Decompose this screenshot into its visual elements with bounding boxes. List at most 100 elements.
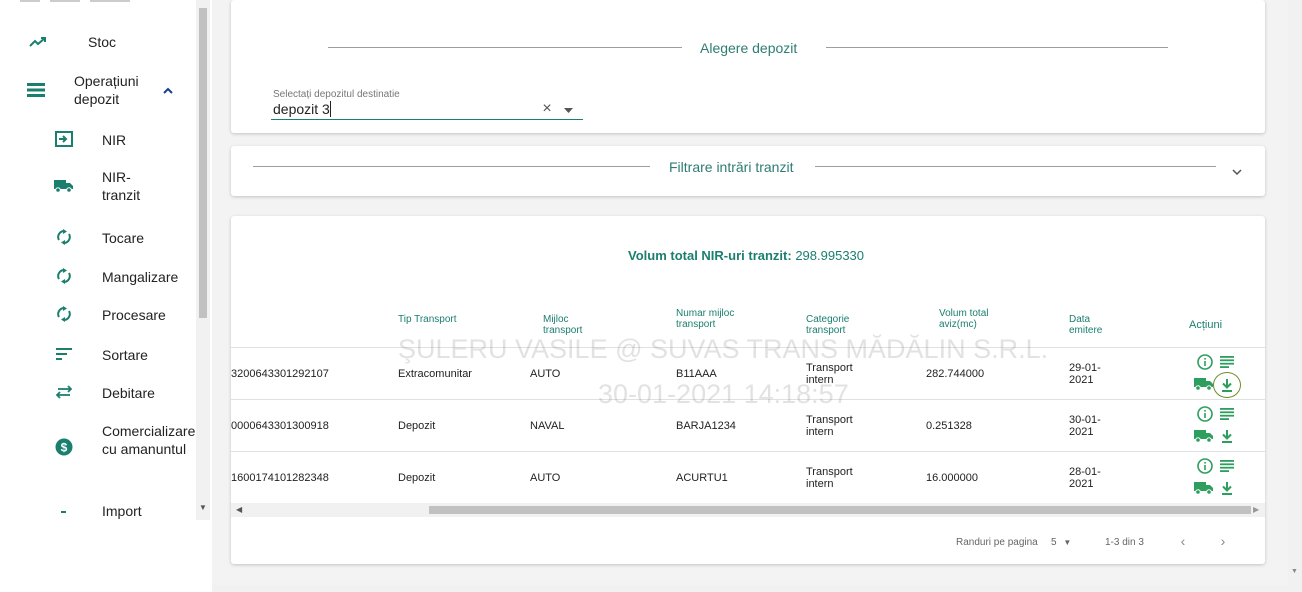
sidebar-item-label: Mangalizare [102,269,179,285]
cell-id: 1600174101282348 [231,472,329,484]
cell-categorie-transport: Transport intern [806,414,853,438]
scroll-right-arrow-icon[interactable]: ▶ [1253,505,1259,514]
refresh-icon [52,264,76,288]
sidebar-scrollbar[interactable]: ▼ [196,0,210,520]
rows-per-page-label: Randuri pe pagina [956,537,1038,548]
sidebar-item-sortare[interactable]: Sortare [0,342,196,366]
scroll-left-arrow-icon[interactable]: ◀ [236,505,242,514]
cell-volum: 0.251328 [926,420,972,432]
cell-id: 3200643301292107 [231,368,329,380]
dropdown-arrow-icon: ▼ [1063,538,1072,547]
details-list-icon[interactable] [1218,457,1236,475]
depot-field-underline [271,119,583,120]
page-horizontal-scrollbar[interactable] [212,585,1290,592]
divider [826,47,1168,48]
cell-id: 0000643301300918 [231,420,329,432]
svg-text:$: $ [61,441,68,455]
cell-data-emitere: 28-01-2021 [1069,466,1101,490]
cell-mijloc-transport: AUTO [530,472,561,484]
row-separator [231,451,1265,452]
cell-numar-mijloc: BARJA1234 [676,420,736,432]
sidebar-item-tocare[interactable]: Tocare [0,225,196,249]
sidebar-item-nir-tranzit[interactable]: NIR-tranzit [0,166,196,206]
cell-numar-mijloc: ACURTU1 [676,472,728,484]
header-tip-transport[interactable]: Tip Transport [398,314,458,325]
sidebar-item-label: NIR [102,132,127,148]
details-list-icon[interactable] [1218,353,1236,371]
header-volum-total-aviz[interactable]: Volum total aviz(mc) [939,308,989,330]
refresh-icon [52,302,76,326]
clear-icon[interactable]: × [540,100,554,117]
cell-categorie-transport: Transport intern [806,362,853,386]
sidebar-item-label: Comercializare cu amanuntul [102,423,196,457]
divider [815,166,1216,167]
cell-volum: 282.744000 [926,368,985,380]
page-vertical-scrollbar[interactable]: ▼ [1288,0,1302,592]
sidebar-item-label: Stoc [88,34,117,50]
sidebar-item-debitare[interactable]: Debitare [0,380,196,404]
cell-numar-mijloc: B11AAA [676,368,717,380]
header-numar-mijloc-transport[interactable]: Numar mijloc transport [676,308,736,330]
header-separator [231,347,1265,348]
depot-selection-card [231,0,1265,133]
sidebar-item-comercializare[interactable]: $ Comercializare cu amanuntul [0,418,196,476]
dropdown-arrow-icon[interactable] [562,104,574,116]
cell-tip-transport: Depozit [398,420,436,432]
cell-data-emitere: 30-01-2021 [1069,414,1101,438]
table-scrollbar-thumb[interactable] [429,506,1251,514]
cell-data-emitere: 29-01-2021 [1069,362,1101,386]
sidebar-item-stoc[interactable]: Stoc [0,30,196,54]
truck-icon[interactable] [1193,375,1215,393]
cell-mijloc-transport: NAVAL [530,420,565,432]
info-icon[interactable] [1196,353,1214,371]
scroll-down-arrow-icon[interactable]: ▼ [199,503,207,512]
download-icon[interactable] [1218,479,1236,497]
scroll-down-arrow-icon[interactable]: ▼ [1291,568,1298,575]
header-categorie-transport[interactable]: Categorie transport [806,314,866,336]
cell-categorie-transport: Transport intern [806,466,853,490]
cell-tip-transport: Depozit [398,472,436,484]
sidebar-item-nir[interactable]: NIR [0,127,196,151]
download-icon[interactable] [1218,427,1236,445]
depot-select-input[interactable]: depozit 3 [273,101,330,117]
info-icon[interactable] [1196,457,1214,475]
filter-section-title: Filtrare intrări tranzit [669,159,794,175]
page-range: 1-3 din 3 [1105,537,1144,548]
sidebar-item-procesare[interactable]: Procesare [0,302,196,326]
header-data-emitere[interactable]: Data emitere [1069,314,1119,336]
next-page-icon[interactable]: › [1216,533,1230,549]
list-icon [24,78,48,102]
text-cursor [330,101,331,117]
sidebar-item-label: NIR-tranzit [102,169,141,203]
sidebar-item-import[interactable]: Import [0,498,196,522]
header-mijloc-transport[interactable]: Mijloc transport [543,314,603,336]
square-icon [52,498,76,522]
rows-per-page-value: 5 [1051,537,1057,548]
divider [328,47,682,48]
page-scrollbar-thumb[interactable] [1291,12,1299,572]
chevron-up-icon[interactable] [156,78,180,102]
download-icon[interactable] [1213,372,1241,398]
rows-per-page-select[interactable]: 5 ▼ [1051,537,1071,548]
header-actiuni: Acțiuni [1189,319,1223,331]
truck-icon[interactable] [1193,427,1215,445]
info-icon[interactable] [1196,405,1214,423]
sidebar-item-mangalizare[interactable]: Mangalizare [0,264,196,288]
total-volume-summary: Volum total NIR-uri tranzit: 298.995330 [628,248,864,263]
sidebar-item-label: Sortare [102,347,148,363]
sidebar-top-cutoff [20,0,170,4]
refresh-icon [52,225,76,249]
sidebar-item-operatiuni-depozit[interactable]: Operațiuni depozit [0,70,196,110]
expand-chevron-icon[interactable] [1230,166,1244,178]
total-volume-value: 298.995330 [795,248,865,263]
truck-icon[interactable] [1193,479,1215,497]
swap-icon [52,380,76,404]
depot-section-title: Alegere depozit [700,40,798,56]
sidebar-item-label: Operațiuni depozit [74,73,139,107]
sidebar-scrollbar-thumb[interactable] [199,8,207,318]
details-list-icon[interactable] [1218,405,1236,423]
table-horizontal-scrollbar[interactable]: ◀ ▶ [231,503,1265,517]
sidebar-item-label: Procesare [102,307,166,323]
truck-icon [52,174,76,198]
prev-page-icon[interactable]: ‹ [1176,533,1190,549]
